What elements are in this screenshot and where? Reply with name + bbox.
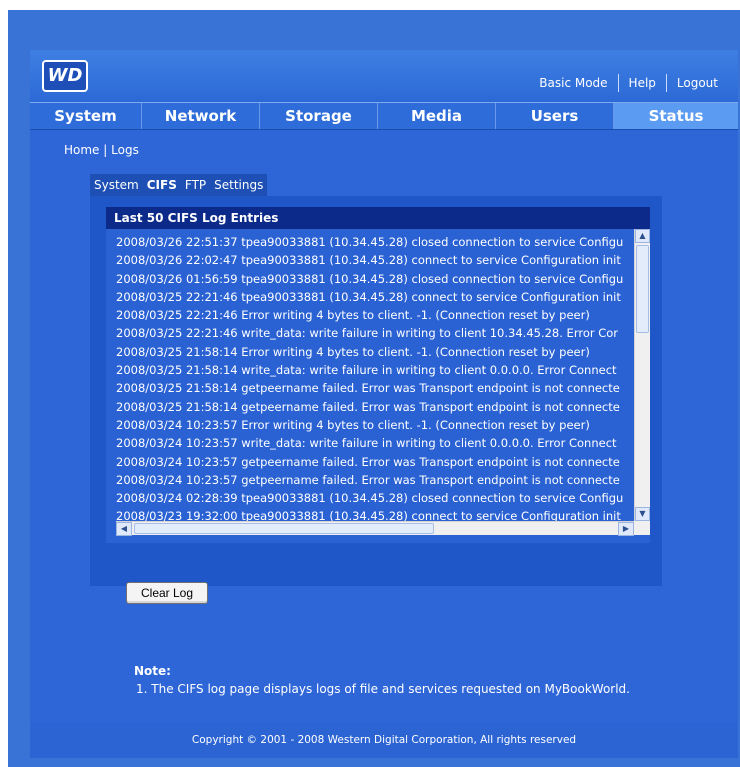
breadcrumb-current: Logs [111,143,139,157]
breadcrumb: Home | Logs [64,143,139,157]
help-link[interactable]: Help [619,76,666,90]
log-line: 2008/03/25 21:58:14 getpeername failed. … [116,399,620,414]
note: Note: 1. The CIFS log page displays logs… [134,664,630,696]
log-line: 2008/03/24 10:23:57 getpeername failed. … [116,454,620,469]
log-line: 2008/03/26 22:51:37 tpea90033881 (10.34.… [116,235,624,249]
header: WD Basic Mode Help Logout [30,50,738,102]
app-frame: WD Basic Mode Help Logout System Network… [30,50,738,758]
horizontal-scroll-thumb[interactable] [134,523,434,534]
log-panel: Last 50 CIFS Log Entries 2008/03/26 22:5… [106,207,650,543]
basic-mode-link[interactable]: Basic Mode [529,76,617,90]
breadcrumb-home[interactable]: Home [64,143,99,157]
log-line: 2008/03/25 22:21:46 Error writing 4 byte… [116,308,590,323]
nav-users[interactable]: Users [496,103,614,129]
log-list[interactable]: 2008/03/26 22:51:37 tpea90033881 (10.34.… [106,229,650,543]
scrollbar-corner [634,521,650,535]
log-line: 2008/03/23 19:32:00 tpea90033881 (10.34.… [116,509,621,521]
vertical-scrollbar[interactable]: ▲ ▼ [634,229,650,521]
log-line: 2008/03/24 10:23:57 write_data: write fa… [116,436,617,451]
nav-system[interactable]: System [30,103,142,129]
top-links: Basic Mode Help Logout [529,74,728,92]
scroll-right-icon[interactable]: ▶ [618,522,634,536]
vertical-scroll-thumb[interactable] [636,245,649,333]
horizontal-scrollbar[interactable]: ◀ ▶ [116,521,634,536]
note-item: 1. The CIFS log page displays logs of fi… [136,682,630,696]
log-line: 2008/03/25 21:58:14 Error writing 4 byte… [116,344,590,359]
log-line: 2008/03/26 01:56:59 tpea90033881 (10.34.… [116,271,624,286]
breadcrumb-separator: | [103,143,108,157]
log-line: 2008/03/25 21:58:14 write_data: write fa… [116,363,617,378]
footer: Copyright © 2001 - 2008 Western Digital … [30,722,738,758]
main-nav: System Network Storage Media Users Statu… [30,102,738,130]
log-lines: 2008/03/26 22:51:37 tpea90033881 (10.34.… [116,233,632,521]
log-line: 2008/03/25 21:58:14 getpeername failed. … [116,381,620,396]
scroll-down-icon[interactable]: ▼ [635,507,650,521]
nav-media[interactable]: Media [378,103,496,129]
log-line: 2008/03/26 22:02:47 tpea90033881 (10.34.… [116,253,621,268]
note-title: Note: [134,664,171,678]
nav-storage[interactable]: Storage [260,103,378,129]
nav-network[interactable]: Network [142,103,260,129]
clear-log-button[interactable]: Clear Log [126,582,208,604]
page-background: WD Basic Mode Help Logout System Network… [8,10,740,767]
scroll-left-icon[interactable]: ◀ [116,522,132,536]
log-panel-title: Last 50 CIFS Log Entries [106,207,650,229]
log-line: 2008/03/25 22:21:46 write_data: write fa… [116,326,619,341]
log-line: 2008/03/24 02:28:39 tpea90033881 (10.34.… [116,491,624,506]
log-tabs: System CIFS FTP Settings [90,174,268,196]
tab-ftp[interactable]: FTP [181,174,210,196]
tab-settings[interactable]: Settings [210,174,267,196]
log-line: 2008/03/24 10:23:57 getpeername failed. … [116,472,620,487]
log-line: 2008/03/24 10:23:57 Error writing 4 byte… [116,417,590,432]
logout-link[interactable]: Logout [667,76,728,90]
wd-logo: WD [42,60,88,92]
tab-system[interactable]: System [90,174,143,196]
tab-cifs[interactable]: CIFS [142,174,181,196]
log-line: 2008/03/25 22:21:46 tpea90033881 (10.34.… [116,289,621,304]
scroll-up-icon[interactable]: ▲ [635,229,650,243]
nav-status[interactable]: Status [614,103,738,129]
